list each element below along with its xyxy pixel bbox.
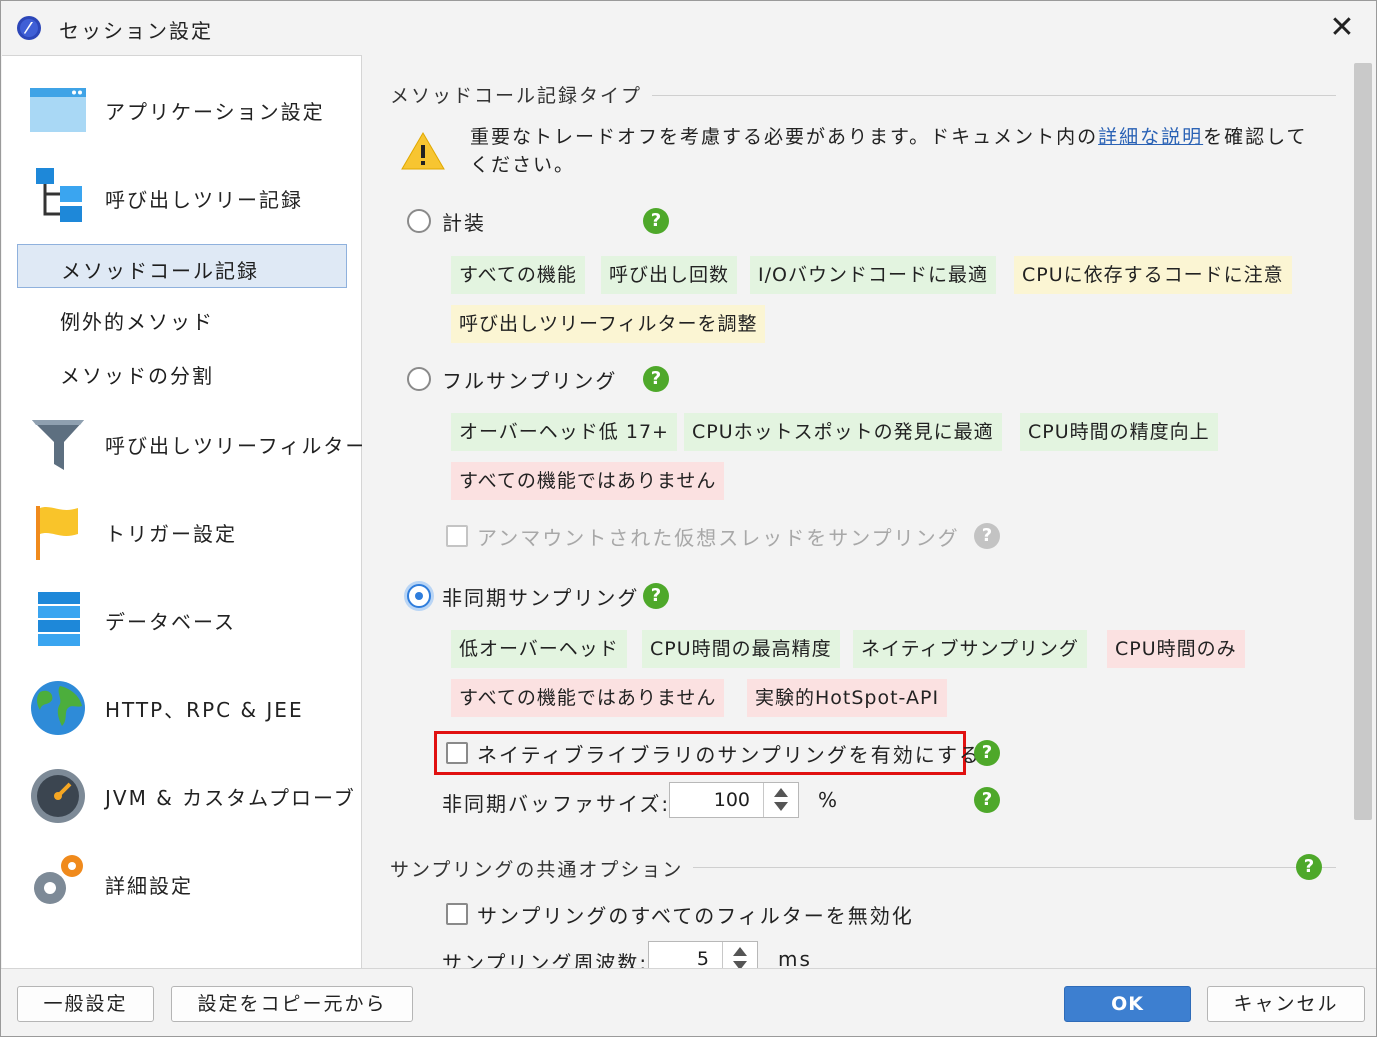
- tag-adjust-filters: 呼び出しツリーフィルターを調整: [451, 305, 766, 343]
- sidebar-item-label: 呼び出しツリーフィルター: [105, 434, 368, 458]
- disable-filters-checkbox[interactable]: [446, 903, 468, 925]
- sidebar-item-label: メソッドの分割: [60, 364, 214, 388]
- sampling-frequency-stepper[interactable]: 5: [648, 941, 758, 968]
- sidebar-item-jvm-custom-probes[interactable]: JVM & カスタムプローブ: [2, 764, 361, 830]
- instrumentation-radio[interactable]: [407, 209, 431, 233]
- tag-cpu-hotspots: CPUホットスポットの発見に最適: [684, 413, 1002, 451]
- arrow-down-icon[interactable]: [774, 802, 788, 811]
- async-sampling-label[interactable]: 非同期サンプリング: [442, 582, 639, 611]
- vertical-scrollbar[interactable]: [1354, 63, 1372, 820]
- full-sampling-label[interactable]: フルサンプリング: [442, 365, 617, 394]
- sidebar-item-exceptional-methods[interactable]: 例外的メソッド: [17, 296, 347, 340]
- sidebar-item-call-tree-filters[interactable]: 呼び出しツリーフィルター: [2, 412, 365, 478]
- buffer-unit-label: %: [818, 788, 840, 812]
- tag-experimental-hotspot-api: 実験的HotSpot-API: [747, 679, 948, 717]
- sampling-frequency-label: サンプリング周波数:: [442, 951, 649, 968]
- stepper-value: 100: [713, 789, 750, 811]
- call-tree-icon: [36, 168, 82, 222]
- async-buffer-size-stepper[interactable]: 100: [669, 782, 799, 818]
- session-settings-dialog: セッション設定 ✕ アプリケーション設定 呼び出しツリー記録 メソッドコール記録: [0, 0, 1377, 1037]
- ok-button[interactable]: OK: [1064, 986, 1191, 1022]
- section-title-recording-type: メソッドコール記録タイプ: [390, 81, 653, 108]
- tag-cpu-time-only: CPU時間のみ: [1107, 630, 1245, 668]
- gauge-icon: [31, 769, 85, 823]
- sidebar-item-application-settings[interactable]: アプリケーション設定: [2, 78, 361, 144]
- tag-low-overhead: 低オーバーヘッド: [451, 630, 627, 668]
- sidebar-item-label: HTTP、RPC & JEE: [105, 698, 304, 722]
- window-title: セッション設定: [59, 19, 213, 43]
- arrow-down-icon[interactable]: [733, 961, 747, 968]
- async-sampling-radio[interactable]: [407, 584, 431, 608]
- stepper-arrows[interactable]: [763, 783, 798, 817]
- tag-cpu-time-highest-accuracy: CPU時間の最高精度: [642, 630, 840, 668]
- tag-all-features: すべての機能: [451, 256, 585, 294]
- tag-native-sampling: ネイティブサンプリング: [853, 630, 1087, 668]
- sidebar: アプリケーション設定 呼び出しツリー記録 メソッドコール記録 例外的メソッド メ…: [2, 55, 365, 969]
- full-sampling-radio[interactable]: [407, 367, 431, 391]
- copy-settings-button[interactable]: 設定をコピー元から: [171, 986, 413, 1022]
- frequency-unit-label: ms: [778, 947, 812, 968]
- arrow-up-icon[interactable]: [774, 788, 788, 797]
- sidebar-item-http-rpc-jee[interactable]: HTTP、RPC & JEE: [2, 676, 361, 742]
- dialog-footer: 一般設定 設定をコピー元から OK キャンセル: [1, 968, 1376, 1036]
- sidebar-item-method-call-recording[interactable]: メソッドコール記録: [17, 244, 347, 288]
- globe-icon: [31, 681, 85, 735]
- help-icon[interactable]: ?: [1296, 854, 1322, 880]
- title-bar: セッション設定 ✕: [1, 1, 1376, 55]
- help-icon[interactable]: ?: [974, 740, 1000, 766]
- close-icon[interactable]: ✕: [1323, 11, 1361, 45]
- native-library-sampling-label[interactable]: ネイティブライブラリのサンプリングを有効にする: [477, 739, 981, 768]
- stepper-arrows[interactable]: [722, 942, 757, 968]
- sidebar-item-label: 呼び出しツリー記録: [105, 188, 303, 212]
- sidebar-item-label: JVM & カスタムプローブ: [105, 786, 356, 810]
- tag-low-overhead: オーバーヘッド低 17+: [451, 413, 677, 451]
- section-title-common-options: サンプリングの共通オプション: [390, 855, 694, 882]
- sidebar-item-label: 例外的メソッド: [60, 310, 214, 334]
- cancel-button[interactable]: キャンセル: [1207, 986, 1365, 1022]
- detailed-explanation-link[interactable]: 詳細な説明: [1098, 126, 1203, 148]
- flag-icon: [36, 506, 78, 560]
- disable-filters-label[interactable]: サンプリングのすべてのフィルターを無効化: [477, 900, 914, 929]
- async-buffer-size-label: 非同期バッファサイズ:: [442, 792, 671, 816]
- native-library-sampling-checkbox[interactable]: [446, 742, 468, 764]
- sidebar-item-advanced-settings[interactable]: 詳細設定: [2, 852, 361, 918]
- warning-message: 重要なトレードオフを考慮する必要があります。ドキュメント内の詳細な説明を確認して…: [470, 123, 1320, 179]
- sidebar-item-split-methods[interactable]: メソッドの分割: [17, 350, 347, 394]
- stepper-value: 5: [696, 948, 709, 968]
- help-icon[interactable]: ?: [974, 787, 1000, 813]
- tag-cpu-caution: CPUに依存するコードに注意: [1014, 256, 1292, 294]
- sample-unmounted-threads-checkbox[interactable]: [446, 525, 468, 547]
- gears-icon: [34, 855, 83, 904]
- database-icon: [38, 592, 80, 646]
- help-icon[interactable]: ?: [643, 208, 669, 234]
- warning-text: 重要なトレードオフを考慮する必要があります。ドキュメント内の: [470, 126, 1099, 148]
- tag-not-all-features: すべての機能ではありません: [451, 679, 725, 717]
- tag-not-all-features: すべての機能ではありません: [451, 462, 725, 500]
- sidebar-item-call-tree-recording[interactable]: 呼び出しツリー記録: [2, 166, 361, 232]
- warning-icon: [401, 132, 445, 170]
- sample-unmounted-threads-label[interactable]: アンマウントされた仮想スレッドをサンプリング: [477, 522, 960, 551]
- sidebar-item-label: データベース: [105, 610, 236, 634]
- sidebar-item-label: アプリケーション設定: [105, 100, 325, 124]
- help-icon[interactable]: ?: [643, 583, 669, 609]
- sidebar-item-trigger-settings[interactable]: トリガー設定: [2, 500, 361, 566]
- arrow-up-icon[interactable]: [733, 947, 747, 956]
- help-icon[interactable]: ?: [643, 366, 669, 392]
- general-settings-button[interactable]: 一般設定: [17, 986, 154, 1022]
- app-icon: [17, 16, 41, 40]
- sidebar-item-database[interactable]: データベース: [2, 588, 361, 654]
- sidebar-item-label: 詳細設定: [105, 874, 193, 898]
- tag-io-bound: I/Oバウンドコードに最適: [750, 256, 996, 294]
- instrumentation-label[interactable]: 計装: [442, 207, 486, 236]
- tag-cpu-time-accuracy: CPU時間の精度向上: [1020, 413, 1218, 451]
- help-icon[interactable]: ?: [974, 523, 1000, 549]
- tag-call-counts: 呼び出し回数: [601, 256, 738, 294]
- funnel-icon: [32, 420, 84, 470]
- sidebar-item-label: トリガー設定: [105, 522, 237, 546]
- sidebar-item-label: メソッドコール記録: [61, 259, 259, 283]
- application-window-icon: [30, 88, 86, 132]
- content-panel: メソッドコール記録タイプ 重要なトレードオフを考慮する必要があります。ドキュメン…: [362, 55, 1376, 968]
